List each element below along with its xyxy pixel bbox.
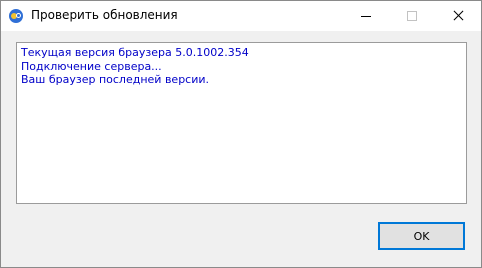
ok-button[interactable]: OK bbox=[378, 222, 465, 250]
update-dialog: Проверить обновления Текущая версия брау… bbox=[0, 0, 482, 268]
browser-logo-icon bbox=[9, 9, 23, 23]
window-title: Проверить обновления bbox=[31, 8, 178, 22]
title-bar[interactable]: Проверить обновления bbox=[1, 1, 481, 31]
close-button[interactable] bbox=[435, 1, 481, 31]
log-line-current-version: Текущая версия браузера 5.0.1002.354 bbox=[21, 46, 249, 59]
maximize-button bbox=[389, 1, 435, 31]
update-log: Текущая версия браузера 5.0.1002.354 Под… bbox=[16, 42, 467, 204]
log-line-connecting: Подключение сервера... bbox=[21, 59, 162, 73]
log-line-up-to-date: Ваш браузер последней версии. bbox=[21, 73, 210, 86]
minimize-button[interactable] bbox=[343, 1, 389, 31]
